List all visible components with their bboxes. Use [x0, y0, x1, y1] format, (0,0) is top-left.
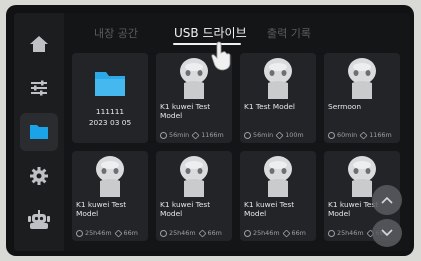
file-card[interactable]: Sermoon 60min 1166m — [324, 53, 400, 143]
tab-internal-storage[interactable]: 내장 공간 — [94, 25, 138, 41]
print-time: 25h46m — [85, 229, 112, 237]
file-card[interactable]: K1 Test Model 56min 100m — [240, 53, 316, 143]
model-figure-icon — [96, 156, 124, 197]
filament-icon — [198, 229, 207, 237]
tab-usb-drive[interactable]: USB 드라이브 — [174, 24, 247, 41]
filament-length: 66m — [207, 229, 222, 237]
file-meta: 56min 1166m — [160, 131, 224, 139]
file-card[interactable]: K1 kuwei Test Model 25h46m 66m — [156, 151, 232, 241]
file-meta: 60min 1166m — [328, 131, 392, 139]
tab-print-history[interactable]: 출력 기록 — [267, 25, 311, 41]
file-card[interactable]: K1 kuwei Test Model 25h46m 66m — [240, 151, 316, 241]
print-time: 25h46m — [253, 229, 280, 237]
sidebar-item-settings-sliders[interactable] — [20, 69, 58, 107]
scroll-down-button[interactable] — [372, 219, 402, 247]
clock-icon — [160, 229, 167, 237]
file-meta: 25h46m 66m — [76, 229, 138, 237]
model-thumbnail — [240, 53, 316, 101]
pointer-hand-icon — [210, 41, 232, 75]
home-icon — [30, 36, 48, 52]
clock-icon — [76, 229, 83, 237]
sidebar-item-home[interactable] — [20, 25, 58, 63]
clock-icon — [244, 131, 251, 139]
folder-card[interactable]: 111111 2023 03 05 — [72, 53, 148, 143]
scroll-up-button[interactable] — [372, 185, 402, 215]
folder-name: 111111 — [95, 107, 125, 116]
clock-icon — [328, 229, 335, 237]
filament-icon — [359, 131, 368, 139]
filament-length: 100m — [285, 131, 304, 139]
folder-icon — [95, 72, 125, 96]
model-thumbnail — [72, 151, 148, 199]
print-time: 25h46m — [169, 229, 196, 237]
printer-display: 내장 공간 USB 드라이브 출력 기록 111111 2023 03 05 K… — [6, 5, 414, 256]
filament-icon — [114, 229, 123, 237]
robot-icon — [28, 210, 50, 229]
model-figure-icon — [180, 156, 208, 197]
print-time: 25h46m — [337, 229, 364, 237]
model-thumbnail — [156, 151, 232, 199]
print-time: 56min — [169, 131, 190, 139]
model-figure-icon — [348, 58, 376, 99]
sidebar-item-files[interactable] — [20, 113, 58, 151]
sliders-icon — [31, 80, 47, 96]
filament-icon — [275, 131, 284, 139]
clock-icon — [244, 229, 251, 237]
gear-icon — [30, 167, 48, 185]
sidebar — [14, 13, 64, 251]
screen: 내장 공간 USB 드라이브 출력 기록 111111 2023 03 05 K… — [14, 13, 410, 251]
clock-icon — [160, 131, 167, 139]
print-time: 56min — [253, 131, 274, 139]
model-figure-icon — [180, 58, 208, 99]
file-name: K1 kuwei Test Model — [160, 200, 211, 218]
folder-date: 2023 03 05 — [88, 118, 132, 127]
model-figure-icon — [264, 156, 292, 197]
filament-length: 1166m — [369, 131, 392, 139]
file-name: K1 kuwei Test Model — [160, 102, 211, 120]
file-meta: 25h46m 66m — [160, 229, 222, 237]
filament-icon — [282, 229, 291, 237]
file-name: K1 kuwei Test Model — [76, 200, 127, 218]
print-time: 60min — [337, 131, 358, 139]
file-name: Sermoon — [328, 102, 362, 111]
filament-length: 1166m — [201, 131, 224, 139]
clock-icon — [328, 131, 335, 139]
file-meta: 25h46m 66m — [244, 229, 306, 237]
file-card[interactable]: K1 kuwei Test Model 25h46m 66m — [72, 151, 148, 241]
chevron-up-icon — [381, 196, 393, 204]
filament-length: 66m — [123, 229, 138, 237]
model-thumbnail — [324, 53, 400, 101]
sidebar-item-settings[interactable] — [20, 157, 58, 195]
file-meta: 56min 100m — [244, 131, 304, 139]
file-name: K1 kuwei Test Model — [244, 200, 295, 218]
chevron-down-icon — [381, 229, 393, 237]
file-name: K1 Test Model — [244, 102, 295, 111]
filament-icon — [191, 131, 200, 139]
storage-tabs: 내장 공간 USB 드라이브 출력 기록 — [64, 13, 410, 49]
folder-icon — [30, 125, 48, 139]
filament-length: 66m — [291, 229, 306, 237]
model-figure-icon — [264, 58, 292, 99]
model-thumbnail — [240, 151, 316, 199]
sidebar-item-assistant[interactable] — [20, 201, 58, 239]
